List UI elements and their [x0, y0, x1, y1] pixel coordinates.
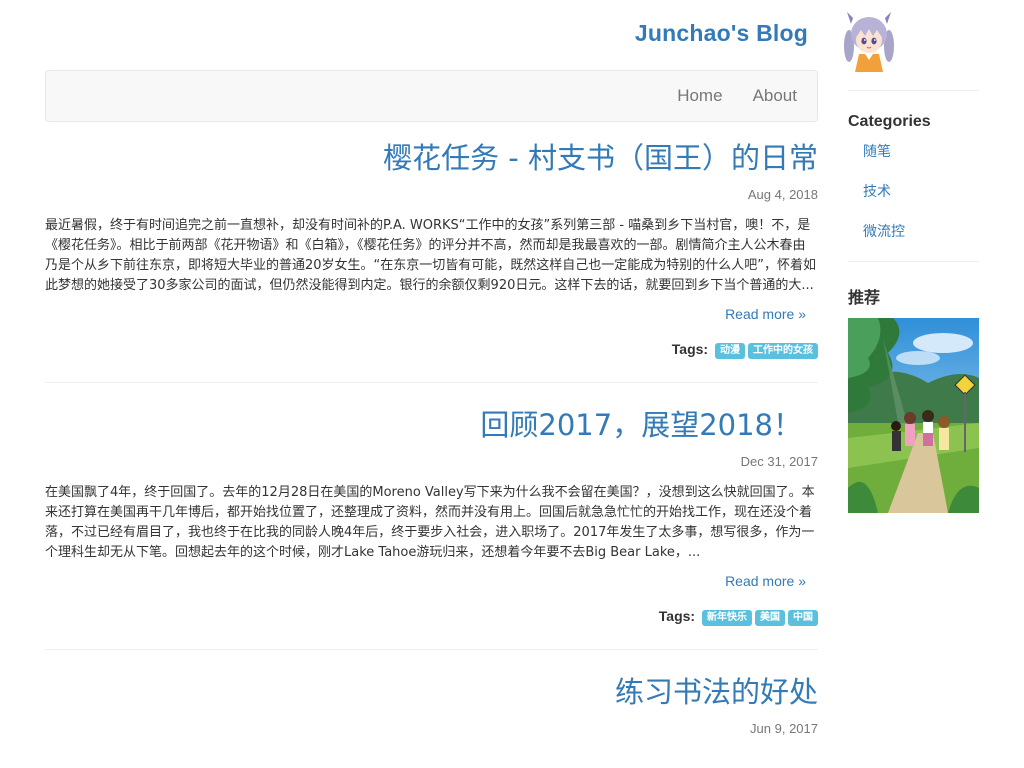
post-list: 樱花任务 - 村支书（国王）的日常 Aug 4, 2018 最近暑假，终于有时间… [45, 136, 818, 741]
tag-badge[interactable]: 新年快乐 [702, 610, 752, 626]
read-more-link[interactable]: Read more » [725, 573, 806, 589]
post-tags: Tags: 新年快乐 美国 中国 [45, 608, 818, 628]
category-link[interactable]: 微流控 [863, 224, 905, 240]
post-title[interactable]: 樱花任务 - 村支书（国王）的日常 [45, 136, 818, 180]
recommend-heading: 推荐 [848, 290, 881, 307]
post-excerpt: 在美国飘了4年，终于回国了。去年的12月28日在美国的Moreno Valley… [45, 485, 815, 560]
nav-links: Home About [647, 71, 797, 121]
post-divider [45, 382, 818, 383]
sidebar: Categories 随笔 技术 微流控 推荐 [848, 90, 979, 513]
read-more-link[interactable]: Read more » [725, 306, 806, 322]
tag-badge[interactable]: 中国 [788, 610, 818, 626]
category-list: 随笔 技术 微流控 [848, 141, 979, 261]
sidebar-divider [848, 261, 979, 262]
post-title[interactable]: 练习书法的好处 [45, 670, 818, 714]
post-date: Aug 4, 2018 [747, 187, 818, 202]
category-link[interactable]: 随笔 [863, 144, 891, 160]
recommended-anime-poster[interactable] [848, 318, 979, 513]
post-divider [45, 649, 818, 650]
post-title[interactable]: 回顾2017，展望2018！ [45, 403, 818, 447]
categories-heading: Categories [848, 113, 931, 130]
avatar[interactable] [843, 10, 895, 72]
post-item: 回顾2017，展望2018！ Dec 31, 2017 在美国飘了4年，终于回国… [45, 403, 818, 650]
blog-title[interactable]: Junchao's Blog [635, 20, 808, 47]
tags-label: Tags: [658, 608, 696, 624]
navbar: Home About [45, 70, 818, 122]
post-excerpt: 最近暑假，终于有时间追完之前一直想补，却没有时间补的P.A. WORKS“工作中… [45, 218, 817, 293]
tag-badge[interactable]: 工作中的女孩 [748, 343, 818, 359]
post-item: 练习书法的好处 Jun 9, 2017 [45, 670, 818, 741]
nav-home-link[interactable]: Home [677, 86, 722, 106]
post-date: Jun 9, 2017 [750, 721, 818, 736]
post-item: 樱花任务 - 村支书（国王）的日常 Aug 4, 2018 最近暑假，终于有时间… [45, 136, 818, 383]
tag-badge[interactable]: 动漫 [715, 343, 745, 359]
category-link[interactable]: 技术 [863, 184, 891, 200]
tag-badge[interactable]: 美国 [755, 610, 785, 626]
nav-about-link[interactable]: About [753, 86, 797, 106]
post-date: Dec 31, 2017 [740, 454, 818, 469]
tags-label: Tags: [671, 341, 709, 357]
sidebar-divider [848, 90, 979, 91]
post-tags: Tags: 动漫 工作中的女孩 [45, 341, 818, 361]
